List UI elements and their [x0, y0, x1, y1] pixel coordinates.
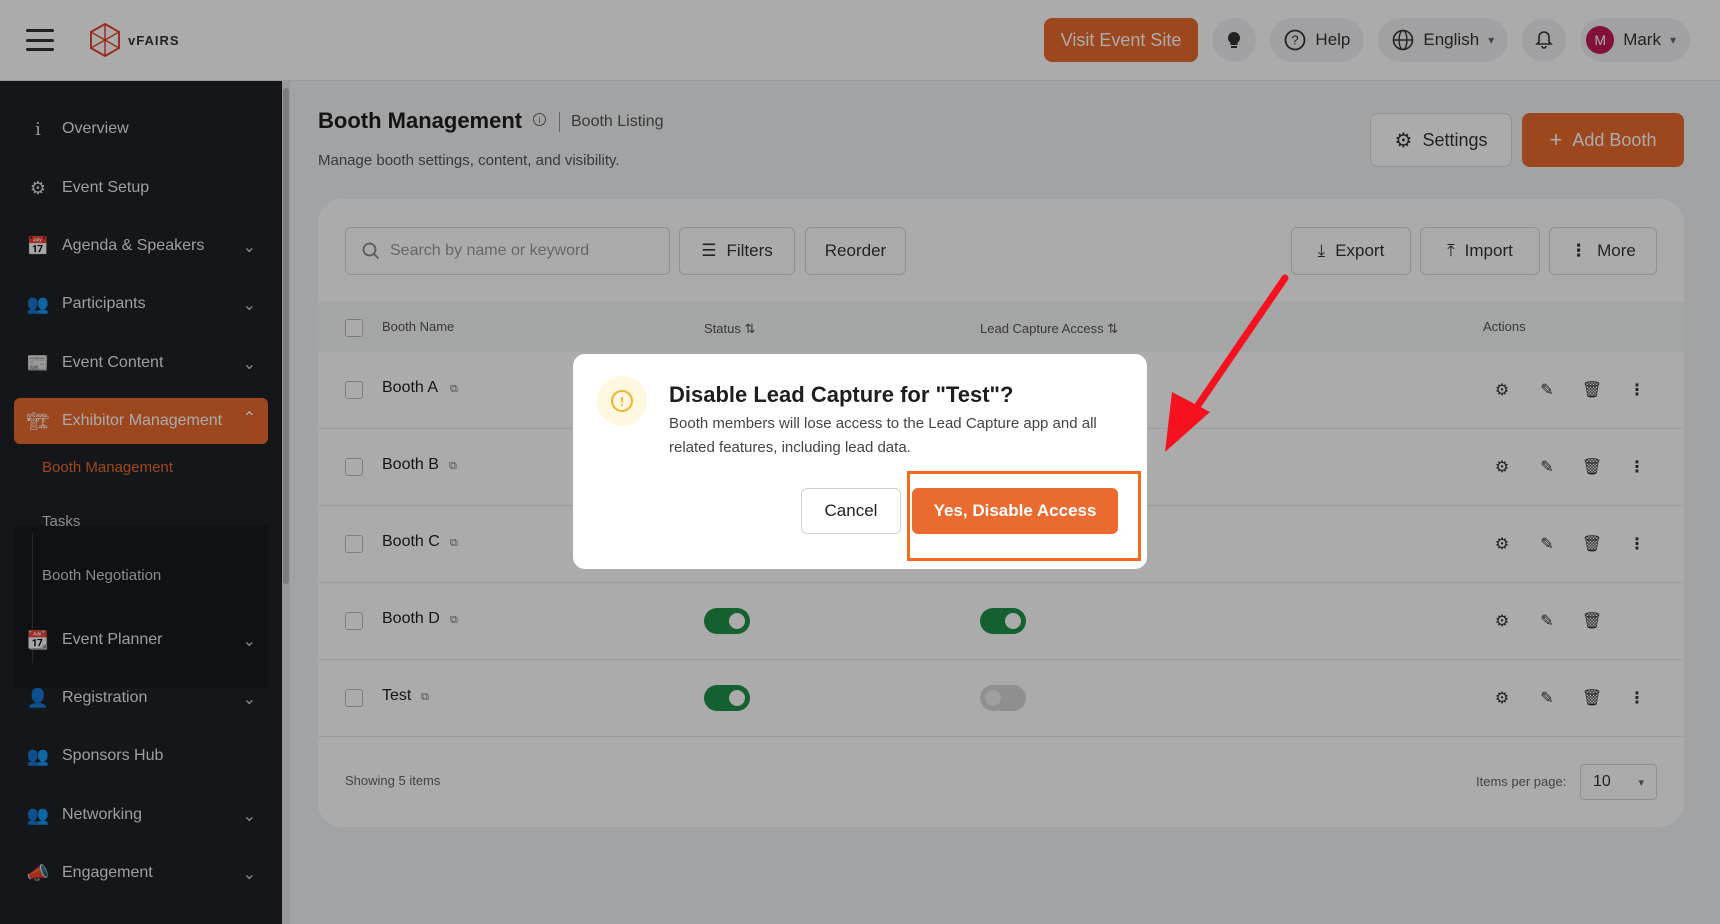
- dialog-title: Disable Lead Capture for "Test"?: [669, 382, 1014, 407]
- dialog-body: Booth members will lose access to the Le…: [669, 415, 1097, 456]
- cancel-button[interactable]: Cancel: [801, 488, 901, 534]
- pointer-arrow: [1165, 274, 1289, 452]
- highlight-box: [907, 471, 1141, 561]
- warning-icon: !: [597, 376, 647, 426]
